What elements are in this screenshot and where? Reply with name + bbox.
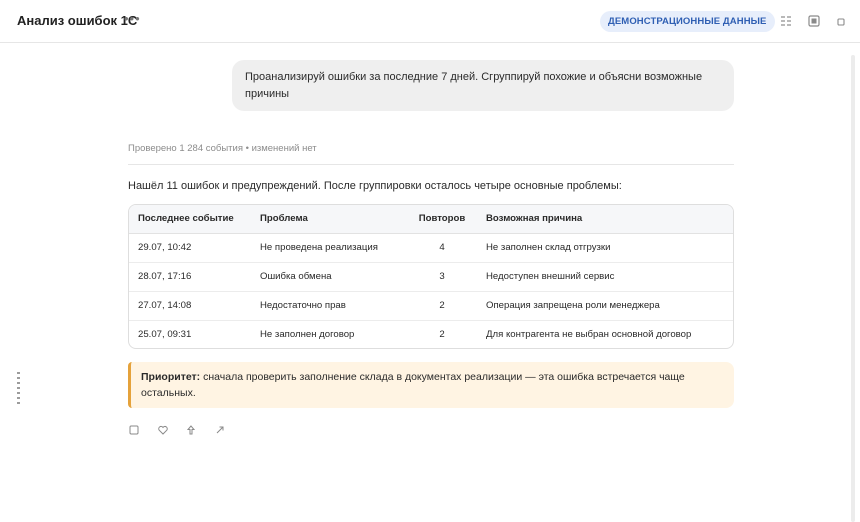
column-header-problem: Проблема (251, 205, 407, 234)
table-row: 29.07, 10:42 Не проведена реализация 4 Н… (129, 233, 733, 263)
like-icon[interactable] (157, 424, 169, 436)
cell-last-event: 25.07, 09:31 (138, 329, 192, 341)
divider (128, 164, 734, 165)
cell-repeats: 3 (407, 262, 477, 292)
cell-problem: Не проведена реализация (251, 233, 407, 263)
column-header-cause: Возможная причина (477, 205, 733, 234)
page-title: Анализ ошибок 1С (17, 13, 138, 28)
dislike-icon[interactable] (185, 424, 197, 436)
checked-events-note: Проверено 1 284 события • изменений нет (128, 143, 317, 154)
cell-cause: Операция запрещена роли менеджера (477, 291, 733, 321)
cell-repeats: 2 (439, 329, 445, 341)
demo-data-badge: ДЕМОНСТРАЦИОННЫЕ ДАННЫЕ (600, 11, 775, 32)
top-bar: Анализ ошибок 1С ••• ДЕМОНСТРАЦИОННЫЕ ДА… (0, 0, 860, 43)
square-icon[interactable] (834, 14, 848, 28)
cell-problem: Недостаточно прав (251, 291, 407, 321)
assistant-intro-text: Нашёл 11 ошибок и предупреждений. После … (128, 180, 622, 192)
cell-problem: Не заполнен договор (260, 329, 355, 341)
grid-icon[interactable] (779, 14, 793, 28)
user-message-bubble: Проанализируй ошибки за последние 7 дней… (232, 60, 734, 111)
cell-cause: Для контрагента не выбран основной догов… (486, 329, 692, 341)
priority-label: Приоритет: (141, 371, 201, 383)
share-icon[interactable] (214, 424, 226, 436)
table-row: 25.07, 09:31 Не заполнен договор 2 Для к… (129, 320, 733, 348)
priority-text: сначала проверить заполнение склада в до… (141, 371, 685, 399)
copy-icon[interactable] (128, 424, 140, 436)
cell-last-event: 29.07, 10:42 (129, 233, 251, 263)
column-header-repeats: Повторов (407, 205, 477, 234)
priority-callout: Приоритет: сначала проверить заполнение … (128, 362, 734, 408)
cell-cause: Не заполнен склад отгрузки (477, 233, 733, 263)
drag-handle-icon[interactable] (17, 372, 21, 406)
cell-repeats: 4 (407, 233, 477, 263)
errors-table: Последнее событие Проблема Повторов Возм… (128, 204, 734, 349)
scrollbar[interactable] (851, 55, 855, 522)
cell-repeats: 2 (407, 291, 477, 321)
cell-problem: Ошибка обмена (251, 262, 407, 292)
table-row: 27.07, 14:08 Недостаточно прав 2 Операци… (129, 291, 733, 321)
table-header-row: Последнее событие Проблема Повторов Возм… (129, 205, 733, 234)
cell-last-event: 28.07, 17:16 (129, 262, 251, 292)
column-header-last-event: Последнее событие (129, 205, 251, 234)
more-options-icon[interactable]: ••• (124, 11, 141, 26)
table-row: 28.07, 17:16 Ошибка обмена 3 Недоступен … (129, 262, 733, 292)
panel-icon[interactable] (807, 14, 821, 28)
cell-cause: Недоступен внешний сервис (477, 262, 733, 292)
cell-last-event: 27.07, 14:08 (129, 291, 251, 321)
